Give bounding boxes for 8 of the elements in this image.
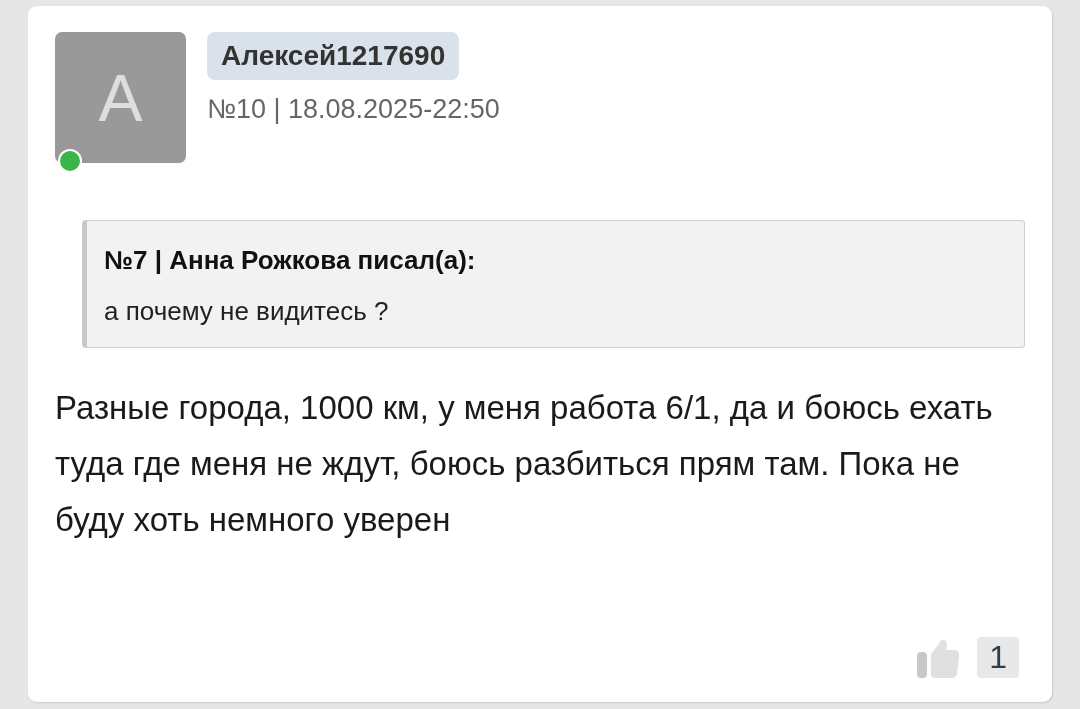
quote-text: а почему не видитесь ? [104, 296, 390, 327]
username-link[interactable]: Алексей1217690 [207, 32, 460, 80]
post-text: Разные города, 1000 км, у меня работа 6/1, да и боюсь ехать туда где меня не ждут, боюсь разбиться прям там. Пока не буду хоть немного уверен [55, 388, 994, 540]
thumbs-up-icon[interactable] [917, 637, 962, 678]
quote-title: №7 | Анна Рожкова писал(а): [104, 245, 477, 276]
like-count: 1 [977, 637, 1019, 678]
avatar-letter: A [98, 64, 143, 131]
post-meta: №10 | 18.08.2025-22:50 [207, 94, 500, 125]
